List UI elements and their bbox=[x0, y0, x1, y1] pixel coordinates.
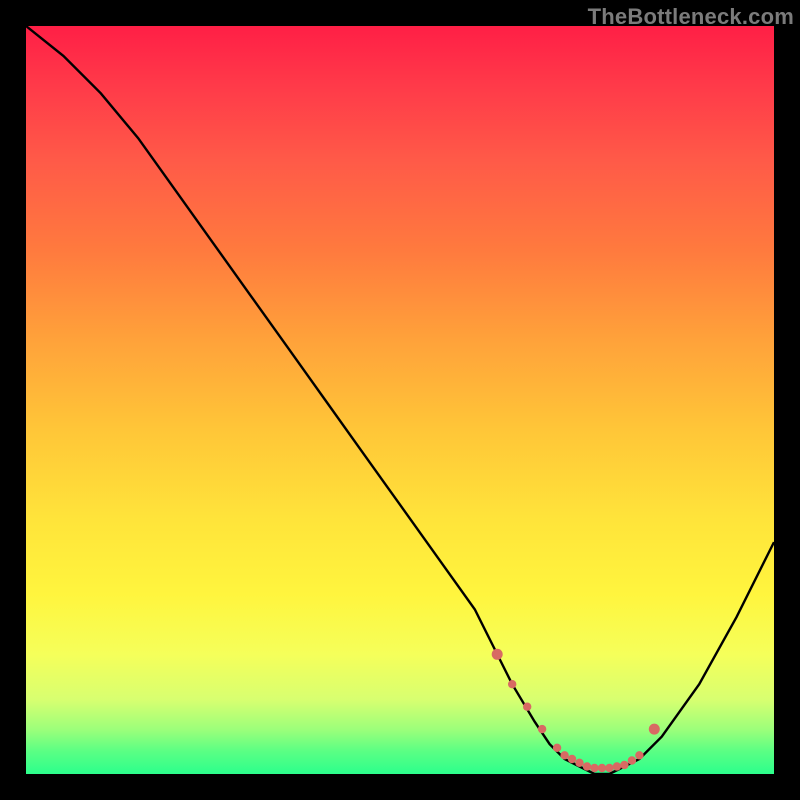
optimal-point bbox=[598, 764, 606, 772]
optimal-point bbox=[523, 703, 531, 711]
optimal-zone-dots bbox=[492, 649, 660, 772]
bottleneck-curve bbox=[26, 26, 774, 774]
optimal-point bbox=[508, 680, 516, 688]
watermark-text: TheBottleneck.com bbox=[588, 4, 794, 30]
optimal-point bbox=[613, 762, 621, 770]
optimal-point bbox=[590, 764, 598, 772]
optimal-point bbox=[538, 725, 546, 733]
optimal-point bbox=[575, 759, 583, 767]
chart-frame bbox=[26, 26, 774, 774]
optimal-point bbox=[628, 756, 636, 764]
optimal-point bbox=[620, 761, 628, 769]
optimal-point bbox=[492, 649, 503, 660]
optimal-point bbox=[635, 751, 643, 759]
optimal-point bbox=[560, 751, 568, 759]
optimal-point bbox=[568, 755, 576, 763]
optimal-point bbox=[649, 724, 660, 735]
optimal-point bbox=[553, 744, 561, 752]
optimal-point bbox=[583, 762, 591, 770]
chart-svg bbox=[26, 26, 774, 774]
optimal-point bbox=[605, 764, 613, 772]
